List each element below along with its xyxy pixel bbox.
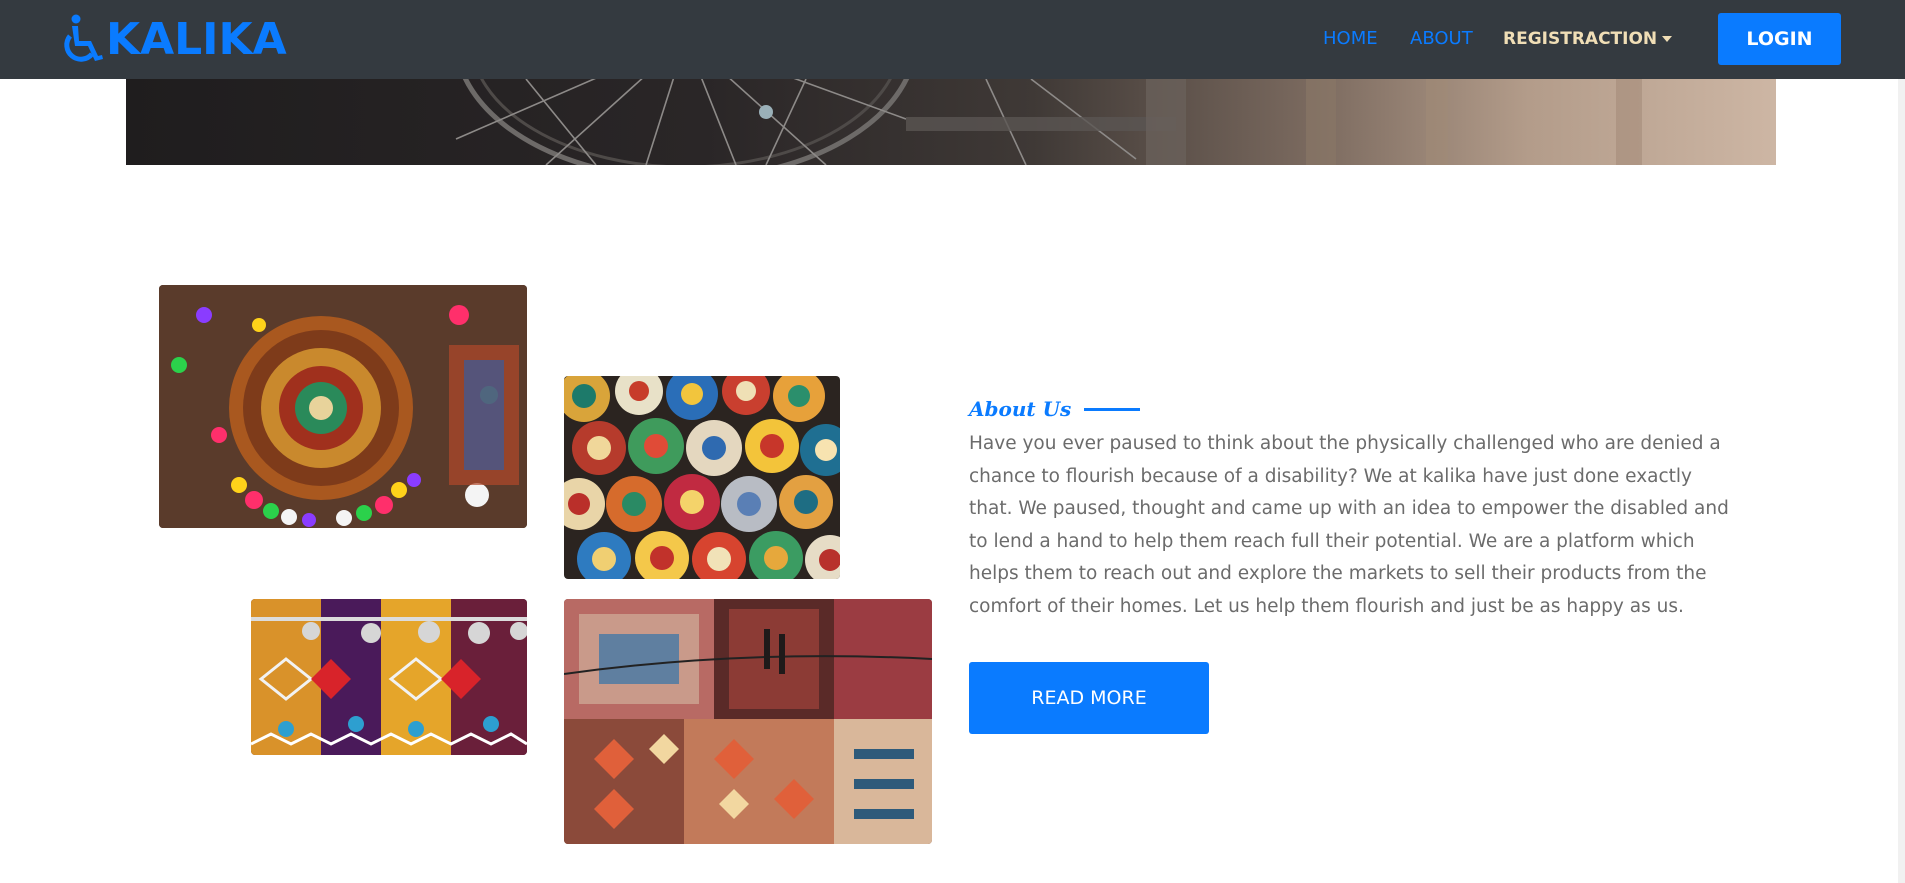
painted-plates-photo [564,376,840,579]
embroidered-bag-photo [159,285,527,528]
login-button[interactable]: LOGIN [1718,13,1841,65]
brand-name: KALIKA [106,13,287,65]
wheelchair-photo-graphic [455,79,1642,165]
about-paragraph: Have you ever paused to think about the … [969,433,1729,617]
carpets-market-photo [564,599,932,844]
about-us-eyebrow: About Us [969,396,1141,422]
caret-down-icon [1662,36,1673,42]
page-scrollbar[interactable] [1898,0,1905,883]
wheelchair-icon [64,14,103,62]
eyebrow-divider [1084,407,1141,411]
nav-registration-dropdown[interactable]: REGISTRACTION [1503,28,1673,50]
mirror-textile-photo [251,599,527,755]
hero-image [126,79,1776,165]
brand-logo[interactable]: KALIKA [58,13,287,65]
navbar: KALIKA HOME ABOUT REGISTRACTION LOGIN [0,0,1905,79]
read-more-button[interactable]: READ MORE [969,662,1209,734]
nav-about-link[interactable]: ABOUT [1410,28,1473,50]
about-us-heading: About Us [969,397,1072,421]
nav-home-link[interactable]: HOME [1323,28,1378,50]
nav-registration-label: REGISTRACTION [1503,29,1658,49]
